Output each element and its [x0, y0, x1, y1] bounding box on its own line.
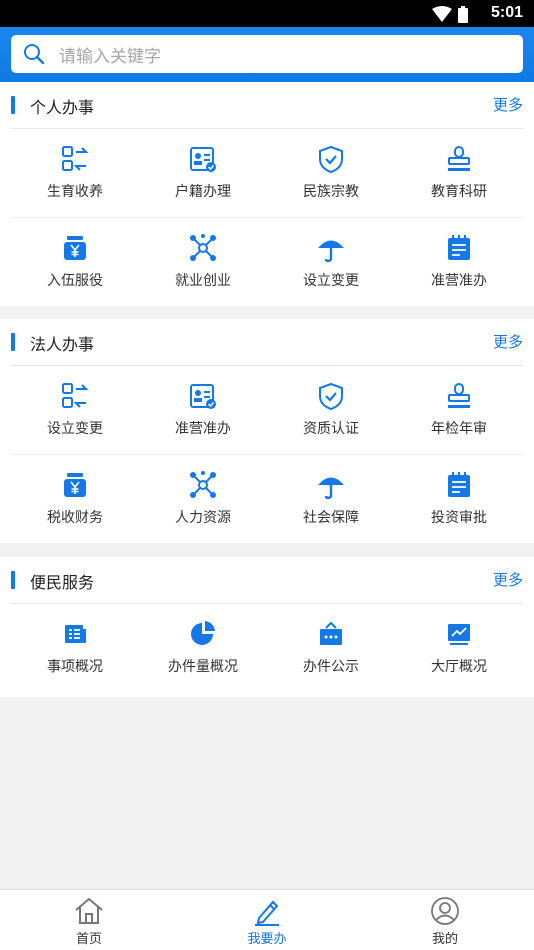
section-title: 个人办事 — [30, 98, 95, 117]
service-item[interactable]: 户籍办理 — [139, 129, 267, 217]
service-item[interactable]: 生育收养 — [11, 129, 139, 217]
stamp-icon — [448, 383, 470, 408]
service-label: 户籍办理 — [175, 184, 231, 200]
status-bar: 5:01 — [0, 0, 534, 27]
transfer-icon — [62, 146, 89, 171]
service-item[interactable]: 事项概况 — [11, 604, 139, 697]
service-label: 生育收养 — [47, 184, 103, 200]
section-public-services: 便民服务 更多 事项概况 办件量概况 办件公示 大厅概况 — [0, 557, 534, 697]
section-header: 个人办事 更多 — [11, 82, 523, 129]
wifi-icon — [432, 6, 452, 22]
trend-chart-icon — [448, 624, 470, 645]
more-link[interactable]: 更多 — [493, 331, 523, 352]
tab-mine[interactable]: 我的 — [356, 890, 534, 950]
service-label: 准营准办 — [431, 273, 487, 289]
service-label: 准营准办 — [175, 421, 231, 437]
service-label: 社会保障 — [303, 510, 359, 526]
user-icon — [431, 897, 459, 925]
service-item[interactable]: 办件量概况 — [139, 604, 267, 697]
service-label: 设立变更 — [303, 273, 359, 289]
section-corporate: 法人办事 更多 设立变更 准营准办 资质认证 年检年审 税收财务 人力资源 社会… — [0, 319, 534, 543]
service-grid: 事项概况 办件量概况 办件公示 大厅概况 — [11, 604, 523, 697]
service-item[interactable]: 教育科研 — [395, 129, 523, 217]
header: 请输入关键字 — [0, 27, 534, 82]
board-icon — [320, 621, 342, 645]
service-label: 人力资源 — [175, 510, 231, 526]
yuan-icon — [64, 236, 86, 260]
search-bar[interactable]: 请输入关键字 — [11, 35, 523, 73]
home-icon — [75, 897, 103, 924]
service-label: 投资审批 — [431, 510, 487, 526]
network-icon — [190, 471, 216, 498]
service-grid: 生育收养 户籍办理 民族宗教 教育科研 入伍服役 就业创业 设立变更 准营准办 — [11, 129, 523, 306]
service-label: 资质认证 — [303, 421, 359, 437]
id-card-icon — [190, 147, 216, 172]
section-accent-bar — [11, 96, 15, 114]
service-item[interactable]: 准营准办 — [395, 218, 523, 306]
tab-todo[interactable]: 我要办 — [178, 890, 356, 950]
shield-check-icon — [319, 382, 343, 411]
section-accent-bar — [11, 571, 15, 589]
service-label: 入伍服役 — [47, 273, 103, 289]
more-link[interactable]: 更多 — [493, 94, 523, 115]
service-label: 办件量概况 — [168, 659, 238, 675]
service-item[interactable]: 税收财务 — [11, 455, 139, 543]
list-doc-icon — [65, 625, 86, 643]
battery-icon — [458, 5, 468, 23]
checklist-icon — [448, 235, 470, 260]
bottom-tab-bar: 首页 我要办 我的 — [0, 889, 534, 950]
checklist-icon — [448, 472, 470, 497]
transfer-icon — [62, 383, 89, 408]
tab-label: 首页 — [75, 932, 102, 947]
yuan-icon — [64, 473, 86, 497]
pie-chart-icon — [191, 621, 215, 645]
service-label: 民族宗教 — [303, 184, 359, 200]
section-header: 法人办事 更多 — [11, 319, 523, 366]
status-time: 5:01 — [490, 4, 523, 21]
service-item[interactable]: 投资审批 — [395, 455, 523, 543]
section-header: 便民服务 更多 — [11, 557, 523, 604]
service-item[interactable]: 社会保障 — [267, 455, 395, 543]
service-item[interactable]: 就业创业 — [139, 218, 267, 306]
search-input[interactable]: 请输入关键字 — [59, 42, 161, 67]
umbrella-icon — [318, 240, 344, 263]
umbrella-icon — [318, 477, 344, 500]
section-title: 法人办事 — [30, 335, 95, 354]
service-label: 事项概况 — [47, 659, 103, 675]
service-item[interactable]: 入伍服役 — [11, 218, 139, 306]
service-label: 年检年审 — [431, 421, 487, 437]
service-item[interactable]: 大厅概况 — [395, 604, 523, 697]
tab-label: 我的 — [431, 932, 458, 947]
service-item[interactable]: 办件公示 — [267, 604, 395, 697]
pencil-icon — [255, 900, 279, 926]
network-icon — [190, 234, 216, 261]
service-item[interactable]: 资质认证 — [267, 366, 395, 454]
service-label: 税收财务 — [47, 510, 103, 526]
section-title: 便民服务 — [30, 573, 95, 592]
service-item[interactable]: 民族宗教 — [267, 129, 395, 217]
service-item[interactable]: 准营准办 — [139, 366, 267, 454]
service-grid: 设立变更 准营准办 资质认证 年检年审 税收财务 人力资源 社会保障 投资审批 — [11, 366, 523, 543]
service-item[interactable]: 设立变更 — [11, 366, 139, 454]
stamp-icon — [448, 146, 470, 171]
tab-label: 我要办 — [247, 932, 287, 947]
service-item[interactable]: 人力资源 — [139, 455, 267, 543]
shield-check-icon — [319, 145, 343, 174]
service-item[interactable]: 年检年审 — [395, 366, 523, 454]
section-accent-bar — [11, 333, 15, 351]
service-label: 就业创业 — [175, 273, 231, 289]
service-label: 设立变更 — [47, 421, 103, 437]
service-label: 办件公示 — [303, 659, 359, 675]
service-item[interactable]: 设立变更 — [267, 218, 395, 306]
more-link[interactable]: 更多 — [493, 569, 523, 590]
section-personal: 个人办事 更多 生育收养 户籍办理 民族宗教 教育科研 入伍服役 就业创业 设立… — [0, 82, 534, 306]
service-label: 大厅概况 — [431, 659, 487, 675]
id-card-icon — [190, 384, 216, 409]
search-icon — [24, 44, 45, 65]
service-label: 教育科研 — [431, 184, 487, 200]
tab-home[interactable]: 首页 — [0, 890, 178, 950]
